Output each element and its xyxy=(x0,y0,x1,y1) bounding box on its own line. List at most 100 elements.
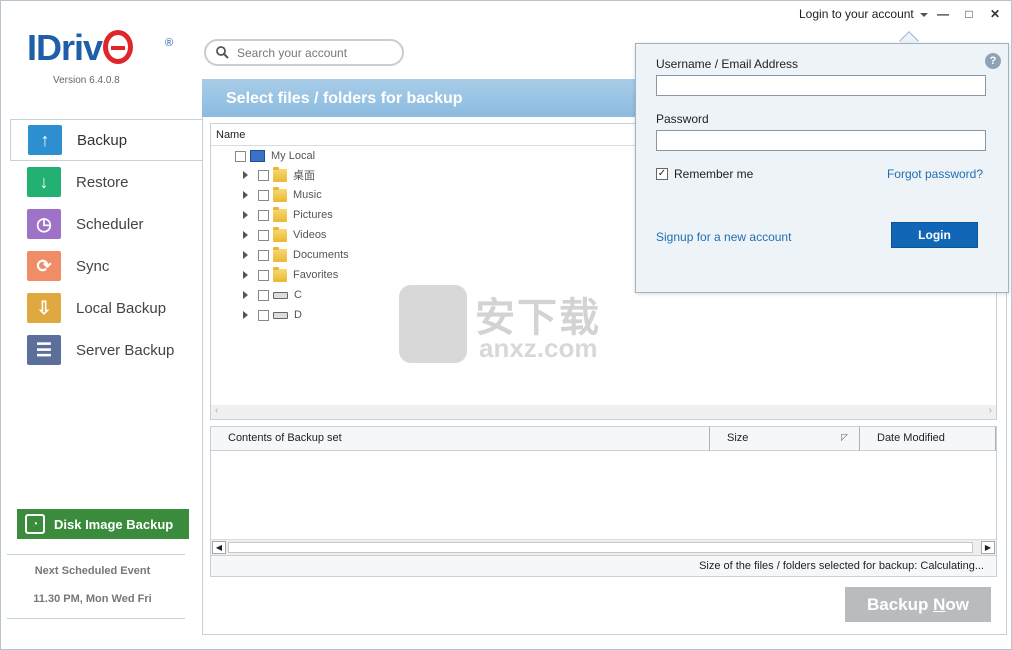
sidebar-item-sync[interactable]: ⟳ Sync xyxy=(10,246,203,286)
search-input[interactable] xyxy=(237,45,387,60)
version-label: Version 6.4.0.8 xyxy=(53,75,120,86)
tree-item-label: 桌面 xyxy=(293,170,315,182)
checkbox[interactable] xyxy=(258,249,269,261)
expand-arrow-icon[interactable] xyxy=(243,171,248,179)
backup-now-button[interactable]: Backup Now xyxy=(845,587,991,622)
watermark-en-text: anxz.com xyxy=(479,333,598,363)
sidebar-item-server-backup[interactable]: ☰ Server Backup xyxy=(10,330,203,370)
tree-item-label: D xyxy=(294,309,302,321)
scroll-right-icon[interactable]: ▶ xyxy=(981,541,995,554)
scroll-left-icon[interactable]: ◀ xyxy=(212,541,226,554)
folder-icon xyxy=(273,266,287,282)
maximize-button[interactable]: □ xyxy=(961,6,977,22)
expand-arrow-icon[interactable] xyxy=(243,231,248,239)
column-size[interactable]: Size xyxy=(727,432,748,444)
scroll-right-icon[interactable]: › xyxy=(989,405,992,416)
logo-wordmark: IDriv xyxy=(27,27,103,68)
backup-size-status: Size of the files / folders selected for… xyxy=(699,560,984,572)
sidebar-item-restore[interactable]: ↓ Restore xyxy=(10,162,203,202)
sidebar-item-scheduler[interactable]: ◷ Scheduler xyxy=(10,204,203,244)
tree-row[interactable]: Music xyxy=(243,185,322,205)
logo-e-lock-icon xyxy=(103,30,134,64)
computer-icon xyxy=(250,150,265,162)
checkbox[interactable] xyxy=(235,150,246,162)
folder-icon xyxy=(273,166,287,182)
chevron-down-icon xyxy=(919,13,928,17)
checkmark-icon[interactable]: ✓ xyxy=(656,168,668,180)
expand-arrow-icon[interactable] xyxy=(243,291,248,299)
table-header: Contents of Backup set Size ◸ Date Modif… xyxy=(211,427,996,451)
registered-mark: ® xyxy=(165,37,174,49)
remember-me-checkbox[interactable]: ✓ Remember me xyxy=(656,167,753,181)
divider xyxy=(202,634,1007,635)
checkbox[interactable] xyxy=(258,169,269,181)
sidebar-item-backup[interactable]: ↑ Backup xyxy=(10,119,203,161)
tree-item-label: Pictures xyxy=(293,209,333,221)
sidebar-item-label: Backup xyxy=(77,131,128,149)
username-field[interactable] xyxy=(656,75,986,96)
checkbox[interactable] xyxy=(258,289,269,301)
divider xyxy=(202,117,203,635)
expand-arrow-icon[interactable] xyxy=(243,191,248,199)
tree-row[interactable]: 桌面 xyxy=(243,165,315,185)
forgot-password-link[interactable]: Forgot password? xyxy=(887,167,983,181)
expand-arrow-icon[interactable] xyxy=(243,271,248,279)
expand-arrow-icon[interactable] xyxy=(243,311,248,319)
tree-row[interactable]: Pictures xyxy=(243,205,333,225)
password-label: Password xyxy=(656,112,709,126)
tree-row[interactable]: D xyxy=(243,305,302,325)
column-contents[interactable]: Contents of Backup set xyxy=(228,432,342,444)
tree-item-label: Music xyxy=(293,189,322,201)
folder-icon xyxy=(273,226,287,242)
checkbox[interactable] xyxy=(258,229,269,241)
server-icon: ☰ xyxy=(27,335,61,365)
checkbox[interactable] xyxy=(258,309,269,321)
password-field[interactable] xyxy=(656,130,986,151)
scroll-left-icon[interactable]: ‹ xyxy=(215,405,218,416)
tree-row-root[interactable]: My Local xyxy=(235,146,315,166)
drive-icon xyxy=(273,291,288,299)
help-icon[interactable]: ? xyxy=(985,53,1001,69)
page-title: Select files / folders for backup xyxy=(226,90,463,107)
folder-icon xyxy=(273,246,287,262)
column-separator xyxy=(859,427,860,451)
sort-indicator-icon: ◸ xyxy=(841,432,848,442)
tree-row[interactable]: C xyxy=(243,285,302,305)
tree-item-label: My Local xyxy=(271,150,316,162)
local-backup-icon: ⇩ xyxy=(27,293,61,323)
disk-image-icon: ◔ xyxy=(25,514,45,534)
watermark-bag-icon xyxy=(399,285,467,363)
horizontal-scrollbar[interactable]: ◀ ▶ xyxy=(211,539,996,555)
backup-now-label: Backup xyxy=(866,594,934,614)
tree-row[interactable]: Videos xyxy=(243,225,326,245)
horizontal-scrollbar[interactable]: ‹ › xyxy=(211,405,996,419)
minimize-button[interactable]: — xyxy=(935,6,951,22)
tree-item-label: Videos xyxy=(293,229,327,241)
column-date-modified[interactable]: Date Modified xyxy=(877,432,945,444)
sidebar-item-local-backup[interactable]: ⇩ Local Backup xyxy=(10,288,203,328)
tree-row[interactable]: Favorites xyxy=(243,265,338,285)
checkbox[interactable] xyxy=(258,189,269,201)
window-controls: — □ ✕ xyxy=(935,6,1003,22)
watermark: 安下载 anxz.com xyxy=(399,285,619,365)
signup-link[interactable]: Signup for a new account xyxy=(656,230,791,244)
search-box[interactable] xyxy=(204,39,404,66)
login-to-account-dropdown[interactable]: Login to your account xyxy=(799,7,928,21)
folder-icon xyxy=(273,206,287,222)
app-window: Login to your account — □ ✕ IDriv ® Vers… xyxy=(0,0,1012,650)
close-button[interactable]: ✕ xyxy=(987,6,1003,22)
folder-icon xyxy=(273,186,287,202)
next-event-label: Next Scheduled Event xyxy=(34,565,151,577)
expand-arrow-icon[interactable] xyxy=(243,251,248,259)
backup-now-label-rest: ow xyxy=(945,594,970,614)
scrollbar-thumb[interactable] xyxy=(228,542,973,553)
expand-arrow-icon[interactable] xyxy=(243,211,248,219)
checkbox[interactable] xyxy=(258,209,269,221)
disk-image-backup-button[interactable]: ◔ Disk Image Backup xyxy=(17,509,189,539)
checkbox[interactable] xyxy=(258,269,269,281)
login-button[interactable]: Login xyxy=(891,222,978,248)
search-icon xyxy=(216,46,229,59)
clock-icon: ◷ xyxy=(27,209,61,239)
tree-row[interactable]: Documents xyxy=(243,245,349,265)
login-link-label: Login to your account xyxy=(799,7,914,21)
